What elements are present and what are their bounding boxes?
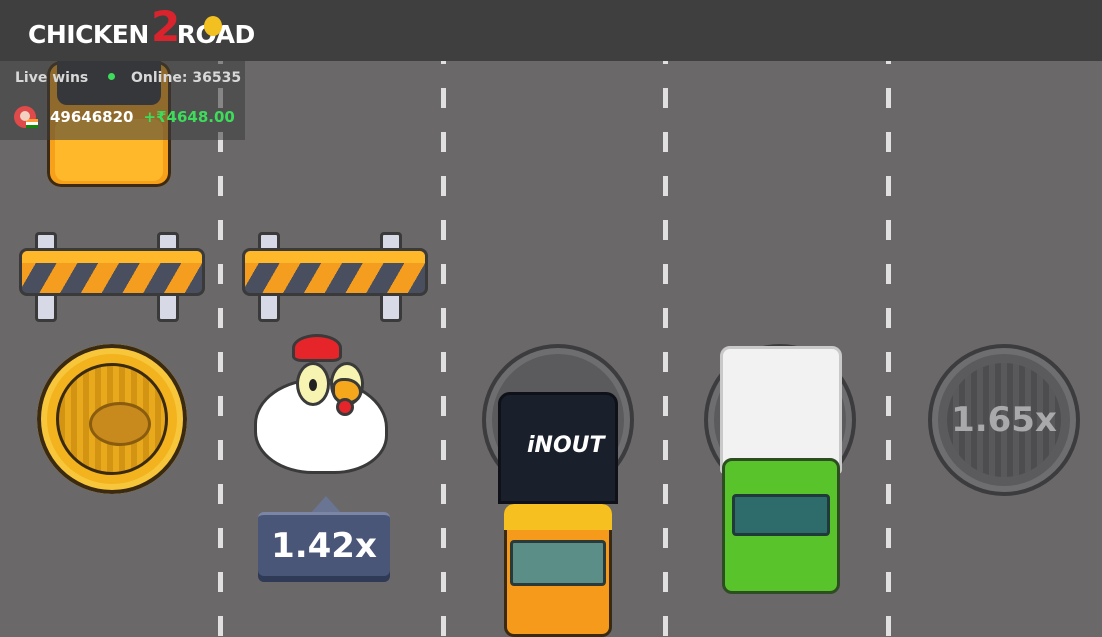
manhole-next[interactable]: 1.65x [928, 344, 1080, 496]
truck-windshield [510, 540, 606, 586]
win-user-id: 49646820 [50, 108, 134, 126]
online-status-icon [108, 73, 115, 80]
truck-cab-roof [504, 504, 612, 530]
roast-chicken-icon [89, 402, 151, 446]
truck-brand: iNOUT [527, 433, 605, 458]
lane-divider [441, 0, 446, 637]
top-bar: CHICKEN ROAD 2 [0, 0, 1102, 61]
manhole-multiplier: 1.65x [951, 400, 1057, 440]
current-multiplier: 1.42x [271, 526, 377, 566]
online-count: Online: 36535 [131, 70, 242, 86]
manhole-gold [37, 344, 187, 494]
road-barrier [19, 232, 205, 322]
chicken-comb [292, 334, 342, 362]
barrier-bar [242, 248, 428, 296]
logo-number: 2 [151, 2, 181, 51]
chicken-wattle [336, 398, 354, 416]
barrier-bar [19, 248, 205, 296]
win-amount: +₹4648.00 [143, 108, 235, 126]
road-barrier [242, 232, 428, 322]
truck-cargo: iNOUT [498, 392, 618, 504]
current-multiplier-badge: 1.42x [258, 496, 390, 582]
chicken-icon [250, 334, 392, 484]
lane-divider [663, 0, 668, 637]
truck-icon [708, 346, 854, 594]
logo-text-chicken: CHICKEN [28, 19, 149, 49]
manhole-grate [56, 363, 168, 475]
live-wins-label: Live wins [15, 70, 89, 86]
truck-windshield [732, 494, 830, 536]
egg-icon [204, 16, 222, 36]
game-logo: CHICKEN ROAD 2 [28, 6, 255, 54]
flag-icon [26, 119, 38, 128]
chicken-eye [296, 362, 330, 406]
live-win-entry: 49646820 +₹4648.00 [14, 105, 235, 129]
truck-icon: iNOUT [486, 392, 630, 637]
avatar [14, 106, 38, 128]
lane-divider [886, 0, 891, 637]
truck-cargo [720, 346, 842, 474]
game-stage: CHICKEN ROAD 2 Live wins Online: 36535 4… [0, 0, 1102, 637]
